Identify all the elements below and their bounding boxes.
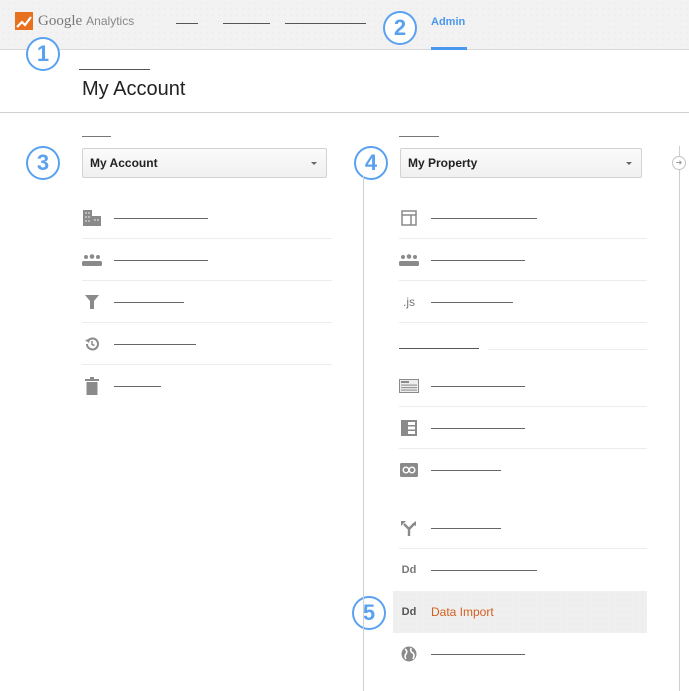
content-icon <box>399 377 419 395</box>
property-section-item-7[interactable] <box>399 633 647 675</box>
trash-icon <box>82 377 102 395</box>
account-item-3[interactable] <box>82 281 332 323</box>
callout-2: 2 <box>383 11 417 45</box>
property-item-label <box>431 302 513 303</box>
right-divider <box>679 146 680 691</box>
property-item-3[interactable]: .js <box>399 281 647 323</box>
chevron-down-icon <box>311 162 317 165</box>
property-section-item-3[interactable] <box>399 449 647 491</box>
property-item-label <box>431 260 525 261</box>
property-section-item-5[interactable]: Dd <box>399 549 647 591</box>
analytics-logo-icon <box>15 12 33 30</box>
property-column-header <box>399 136 439 137</box>
callout-3: 3 <box>26 146 60 180</box>
property-item-label <box>431 428 525 429</box>
account-item-5[interactable] <box>82 365 332 407</box>
logo-analytics-text: Analytics <box>86 14 135 28</box>
account-item-label <box>114 386 161 387</box>
building-icon <box>82 209 102 227</box>
tab-admin[interactable]: Admin <box>431 16 465 28</box>
page-divider <box>0 112 689 113</box>
arrow-right-icon[interactable]: ➜ <box>672 156 686 170</box>
property-section-item-4[interactable] <box>399 507 647 549</box>
property-selector[interactable]: My Property <box>400 148 642 178</box>
property-item-label <box>431 654 525 655</box>
property-section-item-2[interactable] <box>399 407 647 449</box>
account-item-1[interactable] <box>82 197 332 239</box>
data-import-label: Data Import <box>431 605 494 619</box>
account-selector[interactable]: My Account <box>82 148 327 178</box>
account-item-label <box>114 344 196 345</box>
property-section-header <box>399 348 479 349</box>
account-item-label <box>114 260 208 261</box>
filter-icon <box>82 293 102 311</box>
google-analytics-logo[interactable]: Google Analytics <box>15 12 134 30</box>
fork-icon <box>399 519 419 537</box>
history-icon <box>82 335 102 353</box>
dd-icon: Dd <box>401 564 417 576</box>
top-header: Google Analytics Admin <box>0 0 689 50</box>
list-detail-icon <box>399 419 419 437</box>
nav-tab-2[interactable] <box>223 23 270 24</box>
property-item-1[interactable] <box>399 197 647 239</box>
logo-google-text: Google <box>38 12 83 29</box>
property-item-label <box>431 528 501 529</box>
callout-5: 5 <box>352 596 386 630</box>
section-divider <box>488 349 647 350</box>
users-icon <box>82 251 102 269</box>
account-selector-value: My Account <box>90 156 158 170</box>
column-divider <box>363 176 364 691</box>
account-item-2[interactable] <box>82 239 332 281</box>
property-item-label <box>431 470 501 471</box>
nav-tab-1[interactable] <box>176 23 198 24</box>
account-item-4[interactable] <box>82 323 332 365</box>
page-title: My Account <box>82 78 186 100</box>
callout-1: 1 <box>26 37 60 71</box>
property-item-label <box>431 386 525 387</box>
property-item-2[interactable] <box>399 239 647 281</box>
property-section-item-data-import[interactable]: Dd Data Import <box>393 591 647 633</box>
users-icon <box>399 251 419 269</box>
account-item-label <box>114 302 184 303</box>
breadcrumb[interactable] <box>79 69 150 70</box>
property-selector-value: My Property <box>408 156 478 170</box>
active-tab-indicator <box>431 47 467 50</box>
callout-4: 4 <box>354 146 388 180</box>
property-item-label <box>431 218 537 219</box>
layout-icon <box>399 209 419 227</box>
property-item-label <box>431 570 537 571</box>
account-item-label <box>114 218 208 219</box>
dd-icon: Dd <box>401 606 417 618</box>
chevron-down-icon <box>626 162 632 165</box>
link-icon <box>399 461 419 479</box>
js-icon: .js <box>403 295 415 309</box>
globe-icon <box>399 645 419 663</box>
property-section-item-1[interactable] <box>399 365 647 407</box>
account-column-header <box>82 136 111 137</box>
nav-tab-3[interactable] <box>285 23 366 24</box>
